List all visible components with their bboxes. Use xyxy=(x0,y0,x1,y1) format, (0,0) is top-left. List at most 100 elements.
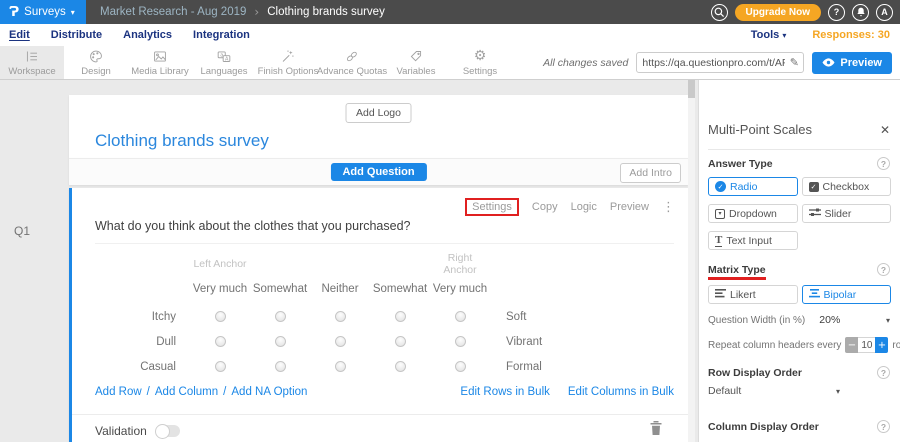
answer-type-options: ✓ Radio ✓ Checkbox ▾ Dropdown Slider T T… xyxy=(708,177,891,250)
breadcrumb-parent-link[interactable]: Market Research - Aug 2019 xyxy=(100,6,246,18)
add-row-link[interactable]: Add Row xyxy=(95,386,142,398)
help-icon[interactable]: ? xyxy=(877,366,890,379)
delete-question-button[interactable] xyxy=(650,421,662,440)
toolbar-item-label: Workspace xyxy=(8,66,55,77)
divider xyxy=(708,149,890,150)
separator: / xyxy=(147,386,150,398)
answer-type-dropdown[interactable]: ▾ Dropdown xyxy=(708,204,798,223)
upgrade-now-button[interactable]: Upgrade Now xyxy=(735,4,821,21)
toolbar-item-finish-options[interactable]: Finish Options xyxy=(256,46,320,79)
question-copy-link[interactable]: Copy xyxy=(532,201,558,213)
close-icon[interactable]: ✕ xyxy=(880,123,890,137)
edit-rows-bulk-link[interactable]: Edit Rows in Bulk xyxy=(460,386,549,398)
radio-option[interactable] xyxy=(215,311,226,322)
help-icon[interactable]: ? xyxy=(877,157,890,170)
radio-option[interactable] xyxy=(395,311,406,322)
option-label: Checkbox xyxy=(823,181,870,193)
edit-url-icon[interactable]: ✎ xyxy=(785,56,803,69)
question-text[interactable]: What do you think about the clothes that… xyxy=(95,219,411,233)
radio-option[interactable] xyxy=(275,336,286,347)
radio-option[interactable] xyxy=(335,336,346,347)
validation-toggle[interactable] xyxy=(156,425,180,437)
edit-columns-bulk-link[interactable]: Edit Columns in Bulk xyxy=(568,386,674,398)
add-column-link[interactable]: Add Column xyxy=(155,386,218,398)
questionpro-logo-icon: Ɂ xyxy=(9,6,19,19)
radio-option[interactable] xyxy=(335,361,346,372)
increment-button[interactable]: + xyxy=(875,337,888,353)
anchor-row: Left Anchor Right Anchor xyxy=(95,252,600,274)
question-width-value[interactable]: 20% xyxy=(819,314,840,326)
matrix-type-bipolar[interactable]: Bipolar xyxy=(802,285,892,304)
add-logo-button[interactable]: Add Logo xyxy=(345,103,412,123)
matrix-type-label-text: Matrix Type xyxy=(708,264,766,276)
help-icon[interactable]: ? xyxy=(877,263,890,276)
answer-type-radio[interactable]: ✓ Radio xyxy=(708,177,798,196)
caret-down-icon: ▾ xyxy=(71,8,75,17)
option-label: Slider xyxy=(825,208,852,220)
bell-icon xyxy=(856,7,866,18)
radio-option[interactable] xyxy=(395,336,406,347)
radio-option[interactable] xyxy=(215,361,226,372)
radio-option[interactable] xyxy=(215,336,226,347)
radio-option[interactable] xyxy=(455,361,466,372)
survey-title[interactable]: Clothing brands survey xyxy=(95,131,269,151)
panel-title: Multi-Point Scales xyxy=(708,122,812,137)
survey-url-value[interactable]: https://qa.questionpro.com/t/APNrFZfQ xyxy=(637,57,785,69)
radio-option[interactable] xyxy=(335,311,346,322)
toolbar-item-design[interactable]: Design xyxy=(64,46,128,79)
answer-type-slider[interactable]: Slider xyxy=(802,204,892,223)
scrollbar-track[interactable] xyxy=(688,80,695,442)
toolbar-item-workspace[interactable]: Workspace xyxy=(0,46,64,79)
row-display-order-select[interactable]: Default ▾ xyxy=(708,385,840,397)
toolbar-item-advance-quotas[interactable]: Advance Quotas xyxy=(320,46,384,79)
save-status: All changes saved xyxy=(543,57,628,69)
radio-option[interactable] xyxy=(395,361,406,372)
survey-url-field[interactable]: https://qa.questionpro.com/t/APNrFZfQ ✎ xyxy=(636,52,804,73)
toolbar-item-media-library[interactable]: Media Library xyxy=(128,46,192,79)
scrollbar-thumb[interactable] xyxy=(688,80,695,98)
annotation-underline xyxy=(708,277,766,280)
answer-type-label: Answer Type xyxy=(708,158,773,170)
search-button[interactable] xyxy=(711,4,728,21)
add-intro-button[interactable]: Add Intro xyxy=(620,163,681,183)
help-button[interactable]: ? xyxy=(828,4,845,21)
add-question-button[interactable]: Add Question xyxy=(330,163,426,181)
repeat-headers-value[interactable]: 10 xyxy=(858,337,875,353)
tab-edit[interactable]: Edit xyxy=(9,29,30,41)
toolbar-item-settings[interactable]: ⚙ Settings xyxy=(448,46,512,79)
radio-option[interactable] xyxy=(455,336,466,347)
avatar[interactable]: A xyxy=(876,4,893,21)
kebab-menu-icon[interactable]: ⋮ xyxy=(662,200,675,215)
product-switcher[interactable]: Ɂ Surveys ▾ xyxy=(0,0,86,24)
decrement-button[interactable]: − xyxy=(845,337,858,353)
question-logic-link[interactable]: Logic xyxy=(571,201,597,213)
checkbox-icon: ✓ xyxy=(809,182,819,192)
row-display-order-value: Default xyxy=(708,385,741,397)
answer-type-checkbox[interactable]: ✓ Checkbox xyxy=(802,177,892,196)
radio-option[interactable] xyxy=(455,311,466,322)
tools-menu[interactable]: Tools ▾ xyxy=(751,29,787,41)
responses-count[interactable]: Responses: 30 xyxy=(812,29,890,41)
annotation-highlight-box: Settings xyxy=(465,198,519,216)
help-icon[interactable]: ? xyxy=(877,420,890,433)
tab-integration[interactable]: Integration xyxy=(193,29,250,41)
preview-button[interactable]: Preview xyxy=(812,52,892,74)
notifications-button[interactable] xyxy=(852,4,869,21)
add-na-option-link[interactable]: Add NA Option xyxy=(231,386,307,398)
tab-distribute[interactable]: Distribute xyxy=(51,29,102,41)
radio-option[interactable] xyxy=(275,361,286,372)
matrix-type-likert[interactable]: Likert xyxy=(708,285,798,304)
workspace-icon xyxy=(24,49,40,64)
tab-analytics[interactable]: Analytics xyxy=(123,29,172,41)
caret-down-icon[interactable]: ▾ xyxy=(886,316,890,325)
toolbar-item-variables[interactable]: Variables xyxy=(384,46,448,79)
breadcrumb: Market Research - Aug 2019 › Clothing br… xyxy=(100,5,385,19)
preview-label: Preview xyxy=(840,57,882,69)
toolbar-item-languages[interactable]: aA Languages xyxy=(192,46,256,79)
matrix-row: Casual Formal xyxy=(95,354,600,379)
question-preview-link[interactable]: Preview xyxy=(610,201,649,213)
answer-type-text-input[interactable]: T Text Input xyxy=(708,231,798,250)
radio-option[interactable] xyxy=(275,311,286,322)
breadcrumb-current: Clothing brands survey xyxy=(267,6,385,18)
question-settings-link[interactable]: Settings xyxy=(472,201,512,213)
